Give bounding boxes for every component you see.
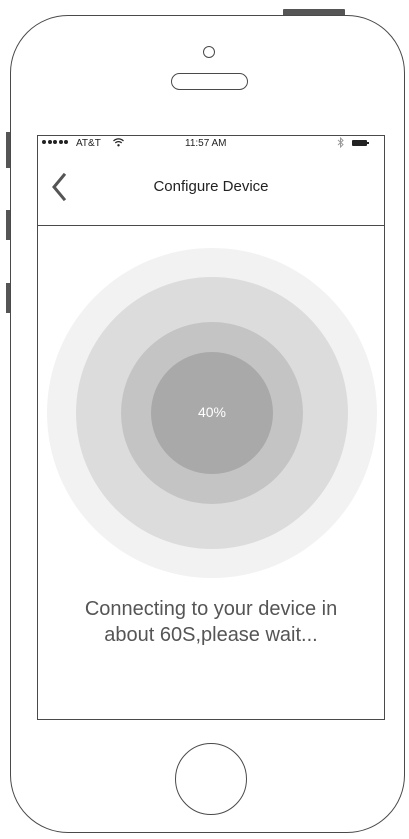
progress-percentage: 40% <box>197 404 227 420</box>
connecting-message-line-1: Connecting to your device in <box>84 598 338 620</box>
signal-strength-icon <box>42 140 68 144</box>
battery-icon <box>352 140 369 146</box>
status-bar: AT&T 11:57 AM <box>38 136 384 154</box>
connecting-message: Connecting to your device in about 60S,p… <box>38 596 384 648</box>
page-title: Configure Device <box>153 178 269 195</box>
speaker-grille <box>171 73 248 90</box>
wifi-icon <box>113 138 124 150</box>
device-screen: AT&T 11:57 AM Configure Device 40% Conne… <box>37 135 385 720</box>
nav-bar: Configure Device <box>38 154 384 226</box>
carrier-name: AT&T <box>76 138 101 149</box>
front-camera-icon <box>203 46 215 58</box>
status-time: 11:57 AM <box>185 138 227 149</box>
home-button[interactable] <box>175 743 247 815</box>
bluetooth-icon <box>337 136 345 151</box>
connecting-message-line-2: about 60S,please wait... <box>104 624 318 646</box>
